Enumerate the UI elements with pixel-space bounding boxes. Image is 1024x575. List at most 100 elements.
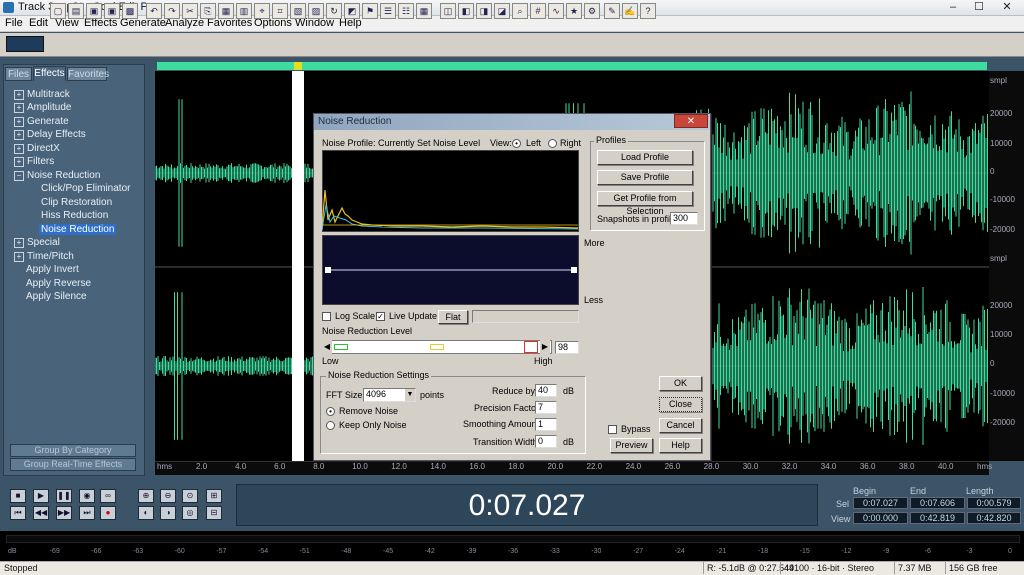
settings-icon[interactable]: ⚙ [584, 3, 600, 19]
slider-right-arrow-icon[interactable]: ▶ [540, 340, 550, 354]
maximize-button[interactable]: ☐ [966, 0, 992, 15]
view-right-radio[interactable] [548, 139, 557, 148]
bypass-checkbox[interactable] [608, 425, 617, 434]
group-by-category-button[interactable]: Group By Category [10, 444, 136, 457]
tree-item-amplitude[interactable]: + Amplitude [14, 102, 71, 114]
new-icon[interactable]: ▢ [50, 3, 66, 19]
load-profile-button[interactable]: Load Profile [597, 150, 693, 165]
live-update-checkbox[interactable]: ✓ [376, 312, 385, 321]
trim-icon[interactable]: ⌖ [254, 3, 270, 19]
spectral-icon[interactable]: ◨ [476, 3, 492, 19]
tree-item-click-pop[interactable]: Click/Pop Eliminator [41, 183, 130, 195]
zoom-out-horizontal-icon[interactable]: ⊖ [160, 489, 176, 503]
tab-files[interactable]: Files [5, 67, 32, 81]
zoom-selection-icon[interactable]: ◎ [182, 506, 198, 520]
tree-item-noise-reduction-folder[interactable]: − Noise Reduction [14, 170, 100, 182]
stop-button[interactable]: ■ [10, 489, 26, 503]
preview-button[interactable]: Preview [610, 438, 653, 453]
fade-icon[interactable]: ▨ [308, 3, 324, 19]
tree-item-delay-effects[interactable]: + Delay Effects [14, 129, 86, 141]
cancel-button[interactable]: Cancel [659, 418, 702, 433]
nr-level-field[interactable]: 98 [555, 341, 579, 354]
favorites-icon[interactable]: ★ [566, 3, 582, 19]
view-end-field[interactable]: 0:42.819 [910, 512, 965, 524]
copy-icon[interactable]: ⎘ [200, 3, 216, 19]
slider-left-arrow-icon[interactable]: ◀ [322, 340, 332, 354]
group-realtime-button[interactable]: Group Real-Time Effects [10, 458, 136, 471]
play-button[interactable]: ▶ [33, 489, 49, 503]
rewind-button[interactable]: ◀◀ [33, 506, 49, 520]
keep-noise-radio[interactable] [326, 421, 335, 430]
slider-thumb[interactable] [524, 341, 538, 353]
chevron-down-icon[interactable]: ▼ [405, 389, 415, 401]
zoom-right-icon[interactable]: ◑ [160, 506, 176, 520]
zoom-full-icon[interactable]: ⊙ [182, 489, 198, 503]
cut-icon[interactable]: ✂ [182, 3, 198, 19]
overview-cursor[interactable] [294, 62, 302, 70]
minimize-button[interactable]: – [940, 0, 966, 15]
tree-item-clip-restoration[interactable]: Clip Restoration [41, 197, 112, 209]
crop-icon[interactable]: ⌗ [272, 3, 288, 19]
view-left-radio[interactable]: • [512, 139, 521, 148]
record-button[interactable]: ● [100, 506, 116, 520]
sel-begin-field[interactable]: 0:07.027 [853, 497, 908, 509]
zoom-in-horizontal-icon[interactable]: ⊕ [138, 489, 154, 503]
tree-item-apply-invert[interactable]: Apply Invert [26, 264, 79, 276]
zoom-left-icon[interactable]: ◐ [138, 506, 154, 520]
zoom-icon[interactable]: ⌕ [512, 3, 528, 19]
paste-icon[interactable]: ▦ [218, 3, 234, 19]
tree-item-special[interactable]: + Special [14, 237, 60, 249]
tree-item-apply-reverse[interactable]: Apply Reverse [26, 278, 91, 290]
sel-length-field[interactable]: 0:00.579 [967, 497, 1021, 509]
menu-file[interactable]: File [3, 16, 25, 32]
loop-button[interactable]: ∞ [100, 489, 116, 503]
tree-item-multitrack[interactable]: + Multitrack [14, 89, 70, 101]
sel-end-field[interactable]: 0:07.606 [910, 497, 965, 509]
overview-bar[interactable] [157, 62, 987, 70]
remove-noise-radio[interactable]: • [326, 407, 335, 416]
go-to-end-button[interactable]: ⏭ [79, 506, 95, 520]
flat-button[interactable]: Flat [438, 310, 468, 324]
reduce-by-field[interactable]: 40 [535, 384, 557, 397]
view-length-field[interactable]: 0:42.820 [967, 512, 1021, 524]
tab-favorites[interactable]: Favorites [67, 67, 109, 81]
save-icon[interactable]: ▣ [86, 3, 102, 19]
undo-icon[interactable]: ↶ [146, 3, 162, 19]
smoothing-field[interactable]: 1 [535, 418, 557, 431]
frequency-icon[interactable]: ∿ [548, 3, 564, 19]
redo-icon[interactable]: ↷ [164, 3, 180, 19]
repeat-icon[interactable]: ↻ [326, 3, 342, 19]
layout-1-icon[interactable]: ◫ [440, 3, 456, 19]
envelope-icon[interactable]: ◩ [344, 3, 360, 19]
help-button[interactable]: Help [659, 438, 702, 453]
tree-item-generate[interactable]: + Generate [14, 116, 69, 128]
tools-icon[interactable]: ✎ [604, 3, 620, 19]
mix-paste-icon[interactable]: ▥ [236, 3, 252, 19]
tree-item-noise-reduction[interactable]: Noise Reduction [39, 224, 117, 236]
open-icon[interactable]: ▤ [68, 3, 84, 19]
tab-effects[interactable]: Effects [33, 66, 66, 81]
toggle-view-icon[interactable] [6, 36, 44, 52]
ok-button[interactable]: OK [659, 376, 702, 391]
selection-highlight[interactable] [292, 71, 304, 461]
list-icon[interactable]: ☰ [380, 3, 396, 19]
tree-item-apply-silence[interactable]: Apply Silence [26, 291, 87, 303]
save-all-icon[interactable]: ▩ [122, 3, 138, 19]
tree-item-time-pitch[interactable]: + Time/Pitch [14, 251, 74, 263]
zoom-out-vertical-icon[interactable]: ⊟ [206, 506, 222, 520]
marker-icon[interactable]: ⚑ [362, 3, 378, 19]
play-to-end-button[interactable]: ◉ [79, 489, 95, 503]
precision-field[interactable]: 7 [535, 401, 557, 414]
mute-icon[interactable]: ▧ [290, 3, 306, 19]
tree-item-directx[interactable]: + DirectX [14, 143, 60, 155]
get-profile-button[interactable]: Get Profile from Selection [597, 191, 693, 216]
view-begin-field[interactable]: 0:00.000 [853, 512, 908, 524]
go-to-start-button[interactable]: ⏮ [10, 506, 26, 520]
bits-icon[interactable]: # [530, 3, 546, 19]
script-icon[interactable]: ✍ [622, 3, 638, 19]
zoom-in-vertical-icon[interactable]: ⊞ [206, 489, 222, 503]
save-profile-button[interactable]: Save Profile [597, 170, 693, 185]
save-as-icon[interactable]: ▣ [104, 3, 120, 19]
close-button[interactable]: Close [659, 397, 702, 412]
tree-item-hiss-reduction[interactable]: Hiss Reduction [41, 210, 108, 222]
